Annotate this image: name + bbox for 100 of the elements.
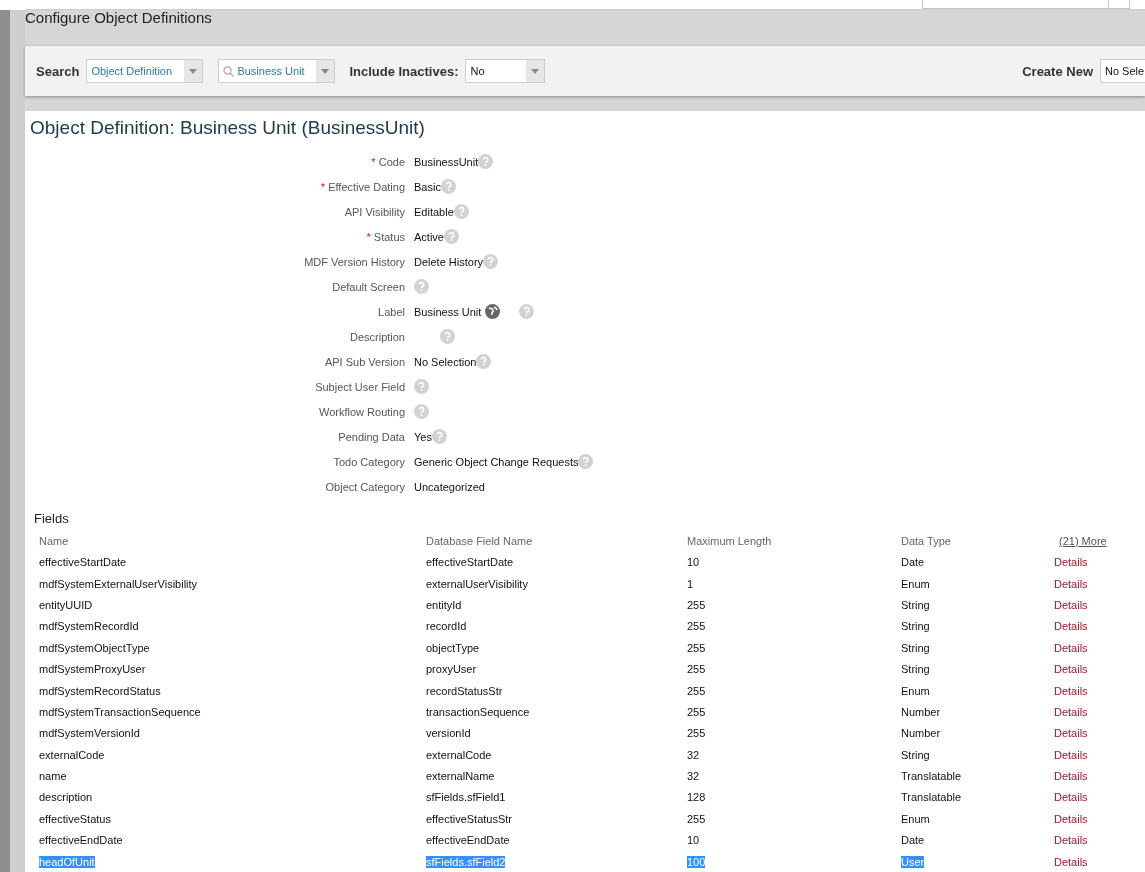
details-link[interactable]: Details: [1054, 727, 1088, 740]
property-label: * Status: [366, 230, 405, 243]
table-cell: 255: [687, 684, 706, 697]
table-cell: sfFields.sfField1: [426, 791, 506, 804]
fields-title: Fields: [34, 511, 69, 526]
table-cell: effectiveStartDate: [39, 556, 127, 569]
table-cell: mdfSystemProxyUser: [39, 663, 146, 676]
details-link[interactable]: Details: [1054, 705, 1088, 718]
help-icon[interactable]: [453, 204, 469, 219]
table-cell: 100: [687, 855, 706, 868]
create-new-label: Create New: [1022, 63, 1093, 79]
table-cell: String: [901, 620, 930, 633]
table-cell: proxyUser: [426, 663, 477, 676]
details-link[interactable]: Details: [1054, 855, 1088, 868]
table-cell: sfFields.sfField2: [426, 855, 506, 868]
property-label: Default Screen: [332, 280, 405, 293]
object-title: Object Definition: Business Unit (BusinessUnit): [30, 117, 425, 138]
property-value: Delete History: [414, 255, 484, 268]
property-label: API Visibility: [344, 205, 405, 218]
property-label: Description: [349, 330, 405, 343]
create-new-dropdown[interactable]: No Sele: [1100, 59, 1145, 83]
object-search-dropdown[interactable]: Business Unit: [218, 59, 336, 83]
details-link[interactable]: Details: [1054, 620, 1088, 633]
details-link[interactable]: Details: [1054, 684, 1088, 697]
help-icon[interactable]: [483, 254, 499, 269]
details-link[interactable]: Details: [1054, 577, 1088, 590]
help-icon[interactable]: [414, 279, 429, 294]
table-cell: 255: [687, 598, 706, 611]
table-cell: versionId: [426, 727, 471, 740]
table-cell: effectiveEndDate: [426, 834, 510, 847]
table-cell: 128: [687, 791, 706, 804]
table-cell: Enum: [901, 812, 930, 825]
table-cell: effectiveStatusStr: [426, 812, 512, 825]
property-value: BusinessUnit: [414, 155, 479, 168]
details-link[interactable]: Details: [1054, 598, 1088, 611]
page-title: Configure Object Definitions: [25, 9, 212, 26]
include-inactives-label: Include Inactives:: [349, 63, 459, 79]
table-cell: Date: [901, 556, 925, 569]
table-cell: recordId: [426, 620, 467, 633]
inactives-dropdown[interactable]: No: [465, 59, 546, 83]
table-cell: description: [39, 791, 93, 804]
table-cell: Number: [901, 705, 941, 718]
details-link[interactable]: Details: [1054, 834, 1088, 847]
details-link[interactable]: Details: [1054, 663, 1088, 676]
property-label: API Sub Version: [324, 355, 405, 368]
details-link[interactable]: Details: [1054, 556, 1088, 569]
table-cell: externalUserVisibility: [426, 577, 528, 590]
help-icon[interactable]: [578, 454, 594, 469]
property-label: Todo Category: [333, 455, 405, 468]
details-link[interactable]: Details: [1054, 641, 1088, 654]
table-cell: effectiveStartDate: [426, 556, 514, 569]
search-label: Search: [36, 63, 80, 79]
table-cell: 1: [687, 577, 694, 590]
table-cell: 255: [687, 620, 706, 633]
help-icon[interactable]: [519, 304, 535, 319]
table-cell: 10: [687, 834, 700, 847]
caret-icon: [321, 68, 330, 74]
caret-icon: [531, 68, 540, 74]
table-cell: String: [901, 641, 930, 654]
table-cell: mdfSystemTransactionSequence: [39, 705, 201, 718]
table-cell: String: [901, 663, 930, 676]
help-icon[interactable]: [476, 354, 492, 369]
help-icon[interactable]: [440, 329, 455, 344]
table-cell: mdfSystemRecordId: [39, 620, 139, 633]
globe-icon[interactable]: [485, 304, 501, 319]
table-cell: Translatable: [901, 770, 962, 783]
help-icon[interactable]: [443, 229, 459, 244]
caret-icon: [189, 68, 198, 74]
help-icon[interactable]: [440, 179, 456, 194]
table-cell: name: [39, 770, 67, 783]
property-label: Subject User Field: [315, 380, 405, 393]
column-header: Data Type: [901, 533, 952, 549]
details-link[interactable]: Details: [1054, 770, 1088, 783]
property-value: No Selection: [414, 355, 477, 368]
search-icon: [223, 65, 235, 77]
table-cell: effectiveEndDate: [39, 834, 123, 847]
table-cell: String: [901, 748, 930, 761]
details-link[interactable]: Details: [1054, 812, 1088, 825]
table-cell: mdfSystemVersionId: [39, 727, 140, 740]
property-value: Editable: [414, 205, 454, 218]
more-link[interactable]: (21) More: [1059, 530, 1107, 552]
property-label: MDF Version History: [304, 255, 405, 268]
table-cell: objectType: [426, 641, 480, 654]
details-link[interactable]: Details: [1054, 791, 1088, 804]
table-cell: 10: [687, 556, 700, 569]
property-value: Business Unit: [414, 305, 482, 318]
property-label: Pending Data: [338, 430, 405, 443]
details-link[interactable]: Details: [1054, 748, 1088, 761]
help-icon[interactable]: [478, 154, 494, 169]
table-cell: 32: [687, 748, 700, 761]
help-icon[interactable]: [431, 429, 447, 444]
table-cell: User: [901, 855, 925, 868]
type-dropdown[interactable]: Object Definition: [86, 59, 204, 83]
help-icon[interactable]: [414, 379, 429, 394]
table-cell: externalCode: [39, 748, 105, 761]
property-value: Basic: [414, 180, 441, 193]
table-cell: externalCode: [426, 748, 492, 761]
help-icon[interactable]: [414, 404, 429, 419]
table-cell: Date: [901, 834, 925, 847]
table-cell: 255: [687, 663, 706, 676]
